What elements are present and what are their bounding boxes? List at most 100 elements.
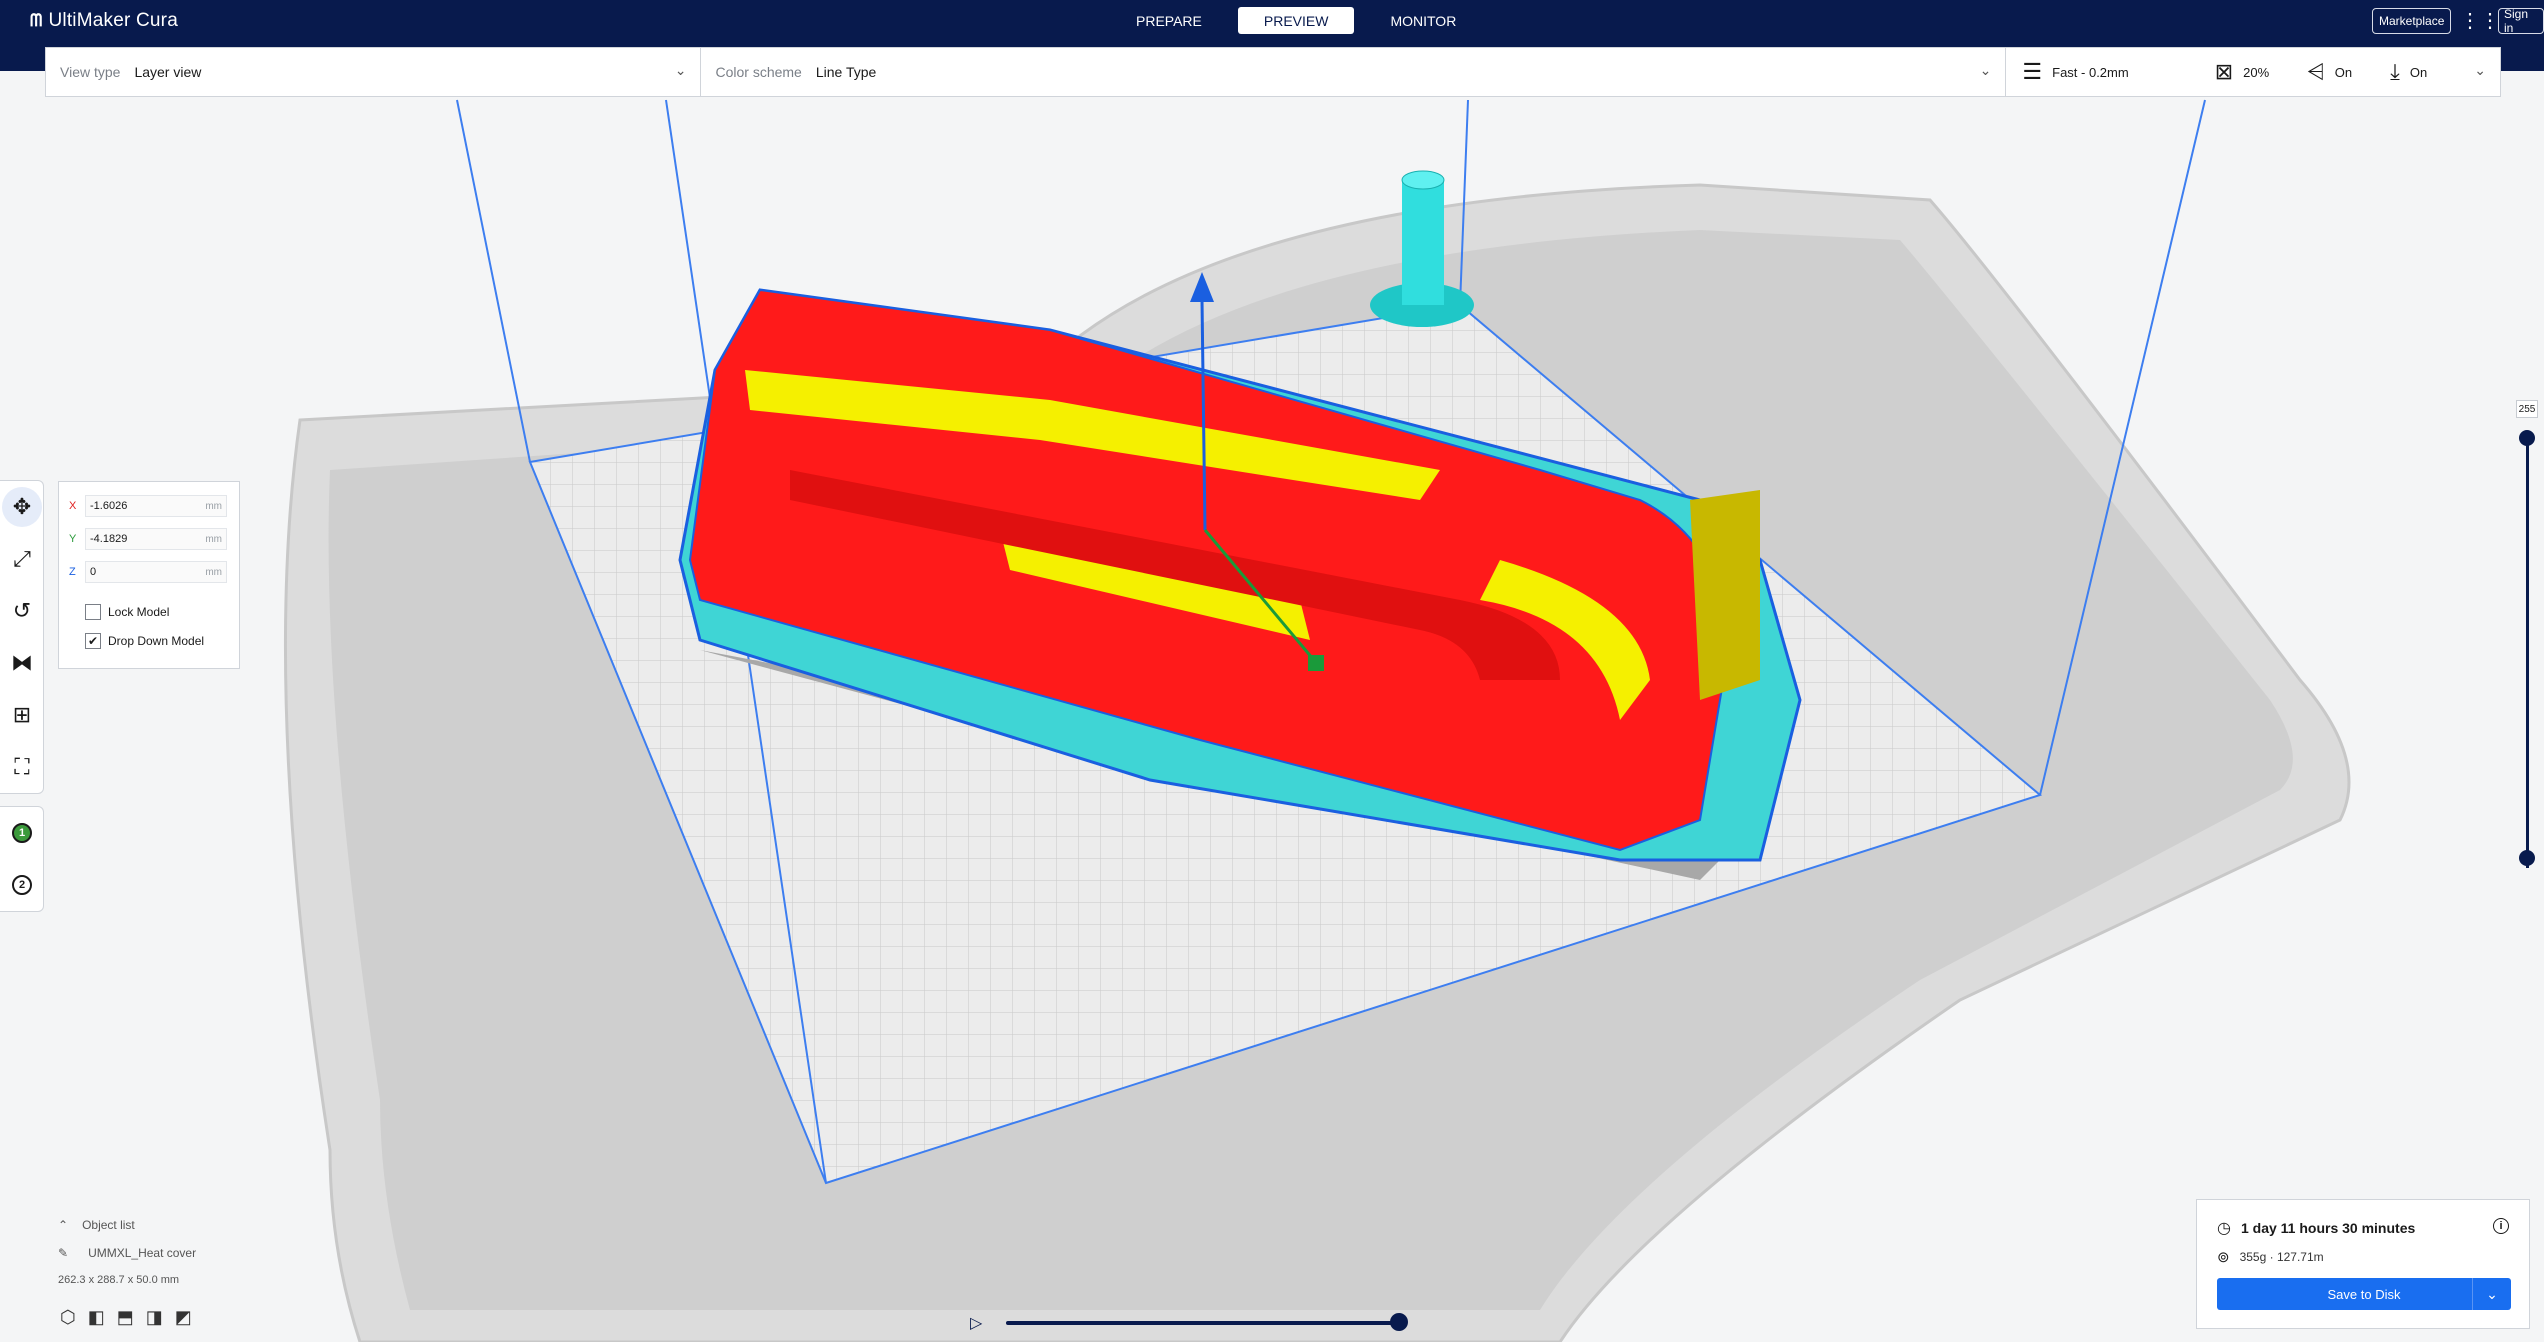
chevron-down-icon[interactable]: ⌄ (2472, 1278, 2511, 1310)
apps-grid-icon[interactable]: ⋮⋮ (2460, 10, 2500, 32)
profile-value: Fast - 0.2mm (2052, 64, 2129, 80)
lock-model-checkbox[interactable]: Lock Model (85, 604, 169, 620)
move-panel: X -1.6026 mm Y -4.1829 mm Z 0 mm Lock Mo… (58, 481, 240, 669)
extruder-1-icon: 1 (12, 823, 32, 843)
y-input[interactable]: -4.1829 mm (85, 528, 227, 550)
x-unit: mm (205, 500, 222, 512)
support-blocker-icon[interactable]: ⛶ (0, 741, 44, 793)
tool-bar: ✥ ⤢ ↺ ⧓ ⊞ ⛶ (0, 480, 44, 794)
chevron-down-icon: ⌄ (674, 62, 687, 78)
infill-value: 20% (2243, 64, 2270, 80)
print-summary-panel: ◷ 1 day 11 hours 30 minutes i ⊚ 355g · 1… (2196, 1199, 2530, 1329)
x-label: X (69, 500, 77, 512)
build-plate-viewport[interactable] (0, 71, 2544, 1342)
chevron-down-icon: ⌄ (2474, 62, 2486, 78)
info-icon[interactable]: i (2493, 1218, 2509, 1234)
right-view-icon[interactable]: ◩ (175, 1307, 192, 1328)
tab-preview[interactable]: PREVIEW (1237, 7, 1355, 34)
camera-view-buttons: ⬡ ◧ ⬒ ◨ ◩ (60, 1307, 192, 1328)
left-view-icon[interactable]: ◨ (146, 1307, 163, 1328)
app-logo: ᗰ UltiMaker Cura (30, 8, 178, 34)
pencil-icon: ✎ (58, 1246, 69, 1260)
support-icon: ⩤ (2307, 59, 2325, 84)
move-tool-icon[interactable]: ✥ (2, 487, 42, 527)
color-scheme-value: Line Type (815, 64, 877, 80)
sliders-icon: ☰ (2022, 59, 2043, 84)
mirror-tool-icon[interactable]: ⧓ (0, 637, 44, 689)
profile-setting: ☰ Fast - 0.2mm (2022, 59, 2128, 85)
extruder-2-icon: 2 (12, 875, 32, 895)
marketplace-button[interactable]: Marketplace (2372, 8, 2452, 34)
drop-down-model-label: Drop Down Model (108, 634, 205, 648)
per-model-settings-icon[interactable]: ⊞ (0, 689, 44, 741)
stage-tabs: PREPARE PREVIEW MONITOR (1110, 7, 1482, 34)
layer-upper-handle[interactable] (2519, 430, 2535, 446)
sign-in-button[interactable]: Sign in (2498, 7, 2544, 35)
3d-view-icon[interactable]: ⬡ (60, 1307, 76, 1328)
print-time-row: ◷ 1 day 11 hours 30 minutes (2217, 1218, 2415, 1238)
model-infill-side (1690, 490, 1760, 700)
adhesion-icon: ⤓ (2390, 59, 2400, 84)
object-dimensions: 262.3 x 288.7 x 50.0 mm (58, 1274, 180, 1286)
tab-monitor[interactable]: MONITOR (1364, 7, 1482, 34)
gizmo-y-handle[interactable] (1308, 655, 1324, 671)
infill-setting: ⊠ 20% (2215, 59, 2269, 85)
path-slider-track[interactable] (1006, 1321, 1406, 1325)
extruder-1-button[interactable]: 1 (0, 807, 44, 859)
scale-tool-icon[interactable]: ⤢ (0, 533, 44, 585)
z-input[interactable]: 0 mm (85, 561, 227, 583)
z-value: 0 (90, 566, 97, 578)
z-label: Z (69, 566, 76, 578)
front-view-icon[interactable]: ◧ (88, 1307, 105, 1328)
checkmark-icon: ✔ (85, 633, 101, 649)
object-list-item[interactable]: ✎ UMMXL_Heat cover (58, 1246, 196, 1260)
y-unit: mm (205, 533, 222, 545)
view-options-bar: View type Layer view ⌄ Color scheme Line… (45, 47, 2501, 97)
chevron-down-icon: ⌄ (1979, 62, 1992, 78)
y-label: Y (69, 533, 77, 545)
lock-model-label: Lock Model (108, 605, 170, 619)
infill-icon: ⊠ (2214, 59, 2234, 84)
z-row: Z 0 mm (69, 561, 227, 583)
save-to-disk-button[interactable]: Save to Disk ⌄ (2217, 1278, 2511, 1310)
support-setting: ⩤ On (2307, 59, 2352, 85)
object-name: UMMXL_Heat cover (88, 1246, 197, 1260)
color-scheme-dropdown[interactable]: Color scheme Line Type ⌄ (701, 48, 2007, 96)
layer-lower-handle[interactable] (2519, 850, 2535, 866)
object-list-toggle[interactable]: ⌃ Object list (58, 1218, 196, 1232)
checkbox-unchecked-icon (85, 604, 101, 620)
x-row: X -1.6026 mm (69, 495, 227, 517)
layer-top-value[interactable]: 255 (2516, 400, 2538, 418)
ultimaker-logo-icon: ᗰ (30, 11, 43, 30)
x-value: -1.6026 (90, 500, 128, 512)
adhesion-setting: ⤓ On (2390, 59, 2427, 85)
color-scheme-label: Color scheme (715, 64, 802, 80)
print-time: 1 day 11 hours 30 minutes (2240, 1220, 2416, 1236)
clock-icon: ◷ (2217, 1220, 2231, 1237)
play-icon[interactable]: ▷ (970, 1313, 982, 1333)
layer-slider-track[interactable] (2526, 438, 2529, 868)
support-value: On (2334, 64, 2353, 80)
drop-down-model-checkbox[interactable]: ✔ Drop Down Model (85, 633, 204, 649)
view-type-dropdown[interactable]: View type Layer view ⌄ (46, 48, 702, 96)
top-view-icon[interactable]: ⬒ (117, 1307, 134, 1328)
x-input[interactable]: -1.6026 mm (85, 495, 227, 517)
app-title: UltiMaker Cura (48, 10, 178, 31)
chevron-up-icon: ⌃ (58, 1218, 69, 1232)
save-button-label: Save to Disk (2327, 1286, 2401, 1302)
object-list-title: Object list (82, 1218, 135, 1232)
print-settings-button[interactable]: ☰ Fast - 0.2mm ⊠ 20% ⩤ On ⤓ On ⌄ (2006, 48, 2500, 96)
object-list: ⌃ Object list ✎ UMMXL_Heat cover 262.3 x… (58, 1218, 196, 1300)
view-type-label: View type (60, 64, 121, 80)
path-slider-handle[interactable] (1390, 1313, 1408, 1331)
view-type-value: Layer view (134, 64, 202, 80)
extruder-2-button[interactable]: 2 (0, 859, 44, 911)
material-row: ⊚ 355g · 127.71m (2217, 1248, 2324, 1266)
material-usage: 355g · 127.71m (2239, 1250, 2324, 1264)
tab-prepare[interactable]: PREPARE (1110, 7, 1228, 34)
extruder-bar: 1 2 (0, 806, 44, 912)
layer-slider: 255 (2516, 400, 2542, 880)
simulation-player: ▷ (970, 1310, 1440, 1336)
z-unit: mm (205, 566, 222, 578)
rotate-tool-icon[interactable]: ↺ (0, 585, 44, 637)
